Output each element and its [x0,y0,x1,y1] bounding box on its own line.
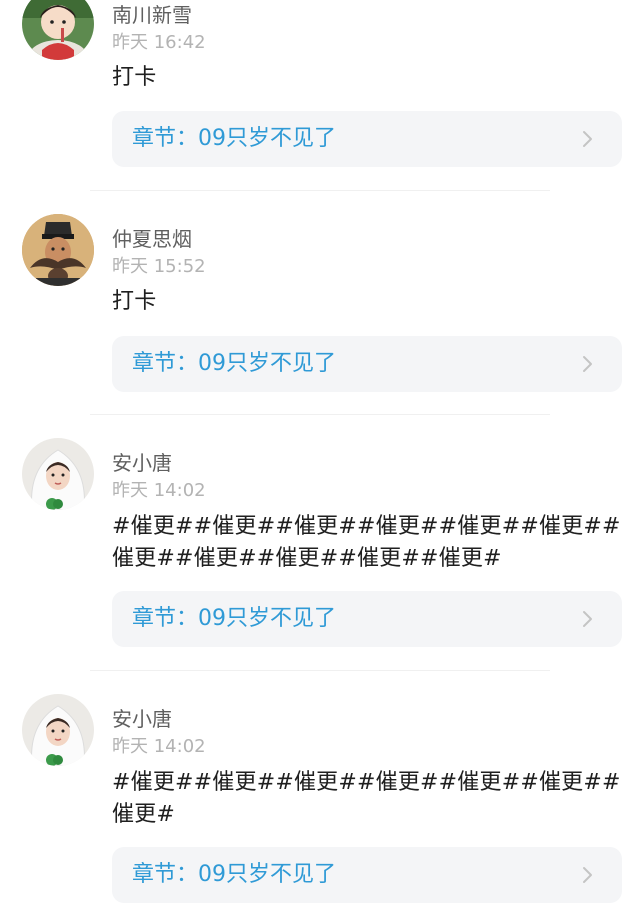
chapter-label: 章节：09只岁不见了 [132,862,336,887]
username[interactable]: 南川新雪 [112,3,192,27]
chapter-label: 章节：09只岁不见了 [132,606,336,631]
divider [90,414,550,415]
chapter-link[interactable]: 章节：09只岁不见了 [112,336,622,392]
chapter-label: 章节：09只岁不见了 [132,126,336,151]
comment-text: 打卡 [112,289,157,314]
comment-feed: 南川新雪 昨天 16:42 打卡 章节：09只岁不见了 仲夏思烟 昨天 15:5… [0,0,640,915]
avatar[interactable] [22,694,94,766]
chapter-link[interactable]: 章节：09只岁不见了 [112,111,622,167]
comment-text: #催更##催更##催更##催更##催更##催更##催更##催更##催更##催更#… [112,514,621,571]
comment-text: #催更##催更##催更##催更##催更##催更##催更# [112,770,621,827]
username[interactable]: 安小唐 [112,451,172,475]
divider [90,190,550,191]
chevron-right-icon [583,867,592,883]
chevron-right-icon [583,611,592,627]
avatar-image [22,0,94,60]
avatar-image [22,694,94,766]
timestamp: 昨天 15:52 [112,256,206,277]
timestamp: 昨天 16:42 [112,32,206,53]
timestamp: 昨天 14:02 [112,480,206,501]
username[interactable]: 安小唐 [112,707,172,731]
chapter-label: 章节：09只岁不见了 [132,351,336,376]
divider [90,670,550,671]
avatar[interactable] [22,0,94,60]
username[interactable]: 仲夏思烟 [112,227,192,251]
comment-text: 打卡 [112,65,157,90]
avatar-image [22,438,94,510]
chevron-right-icon [583,356,592,372]
avatar[interactable] [22,214,94,286]
chapter-link[interactable]: 章节：09只岁不见了 [112,591,622,647]
avatar-image [22,214,94,286]
avatar[interactable] [22,438,94,510]
chevron-right-icon [583,131,592,147]
timestamp: 昨天 14:02 [112,736,206,757]
chapter-link[interactable]: 章节：09只岁不见了 [112,847,622,903]
